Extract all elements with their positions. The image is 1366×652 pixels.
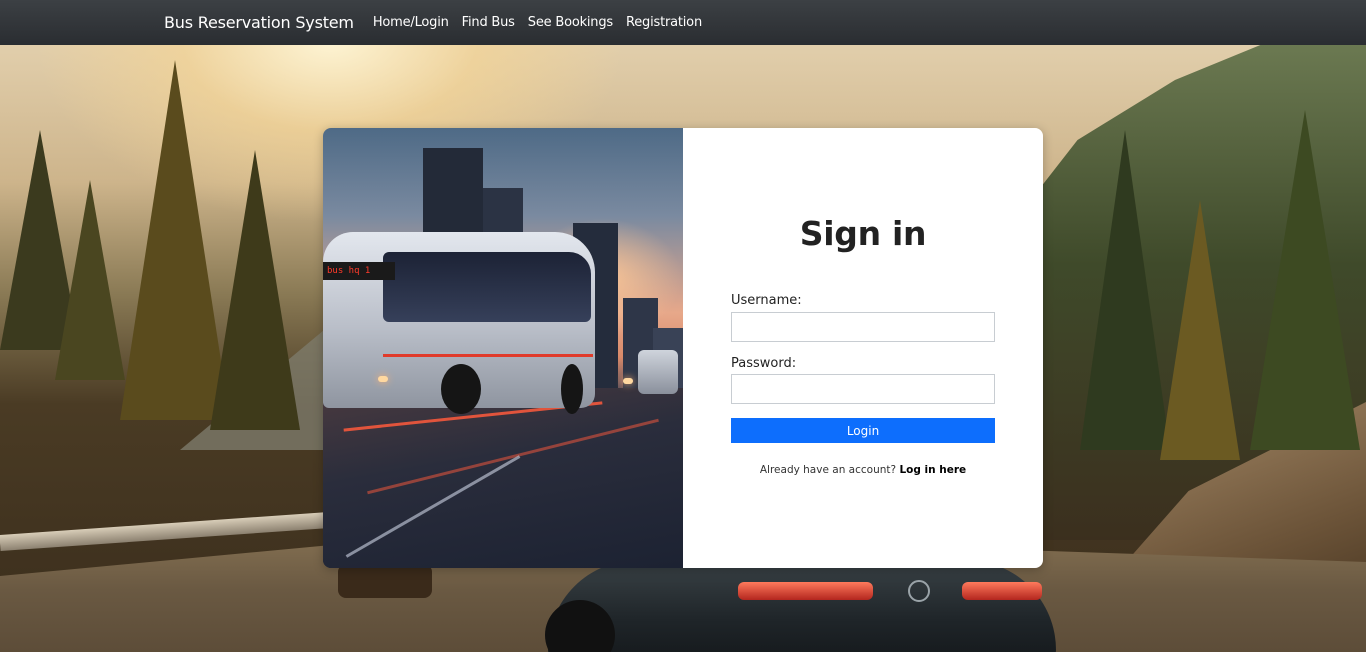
background-tree bbox=[1250, 110, 1360, 450]
wet-street bbox=[323, 388, 683, 568]
bus-wheel bbox=[441, 364, 481, 414]
account-prompt-text: Already have an account? bbox=[759, 464, 897, 476]
bus-city-image: bus hq 1 bbox=[323, 128, 683, 568]
login-button[interactable]: Login bbox=[731, 418, 995, 443]
background-tree bbox=[1160, 200, 1240, 460]
background-car bbox=[548, 560, 1056, 652]
password-input[interactable] bbox=[731, 374, 995, 404]
bus-destination-sign: bus hq 1 bbox=[323, 262, 395, 280]
login-here-link[interactable]: Log in here bbox=[899, 464, 966, 476]
background-car-distant bbox=[338, 564, 432, 598]
nav-link-registration[interactable]: Registration bbox=[626, 15, 702, 30]
car-taillight bbox=[738, 582, 873, 600]
car-logo-icon bbox=[908, 580, 930, 602]
background-tree bbox=[55, 180, 125, 380]
bus-headlight bbox=[378, 376, 388, 382]
bus-windows bbox=[383, 252, 591, 322]
username-label: Username: bbox=[731, 293, 802, 308]
background-tree bbox=[210, 150, 300, 430]
background-tree bbox=[1080, 130, 1170, 450]
bus-wheel bbox=[561, 364, 583, 414]
top-navbar: Bus Reservation System Home/Login Find B… bbox=[0, 0, 1366, 45]
car-taillight bbox=[962, 582, 1042, 600]
account-prompt: Already have an account? Log in here bbox=[683, 464, 1043, 476]
bus-stripe bbox=[383, 354, 593, 357]
signin-form-panel: Sign in bbox=[683, 128, 1043, 568]
nav-link-see-bookings[interactable]: See Bookings bbox=[528, 15, 613, 30]
username-input[interactable] bbox=[731, 312, 995, 342]
van-headlight bbox=[623, 378, 633, 384]
van-illustration bbox=[638, 350, 678, 394]
signin-title: Sign in bbox=[799, 214, 927, 253]
brand-link[interactable]: Bus Reservation System bbox=[164, 13, 354, 32]
login-card: bus hq 1 Sign in bbox=[323, 128, 1043, 568]
background-guardrail bbox=[0, 511, 330, 551]
nav-link-find-bus[interactable]: Find Bus bbox=[462, 15, 515, 30]
password-label: Password: bbox=[731, 356, 797, 371]
nav-link-home-login[interactable]: Home/Login bbox=[373, 15, 449, 30]
